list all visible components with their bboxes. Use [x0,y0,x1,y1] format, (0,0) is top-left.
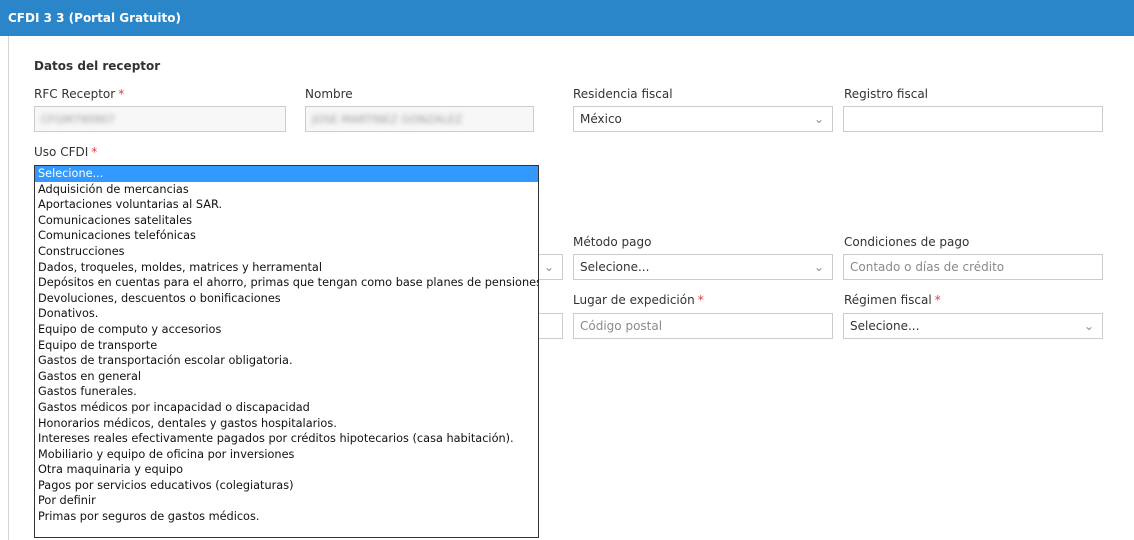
uso-cfdi-option[interactable]: Aportaciones voluntarias al SAR. [35,197,538,213]
uso-cfdi-option[interactable]: Equipo de computo y accesorios [35,322,538,338]
uso-cfdi-option[interactable]: Depósitos en cuentas para el ahorro, pri… [35,275,538,291]
nombre-label: Nombre [305,87,353,101]
required-mark: * [118,87,125,101]
uso-cfdi-option[interactable]: Intereses reales efectivamente pagados p… [35,431,538,447]
condiciones-pago-label: Condiciones de pago [844,235,970,249]
regimen-fiscal-select[interactable]: Selecione... ⌄ [843,313,1103,339]
required-mark: * [934,293,941,307]
lugar-expedicion-placeholder: Código postal [580,319,663,333]
uso-cfdi-option[interactable]: Gastos de transportación escolar obligat… [35,353,538,369]
metodo-pago-select[interactable]: Selecione... ⌄ [573,254,833,280]
uso-cfdi-option[interactable]: Dados, troqueles, moldes, matrices y her… [35,260,538,276]
uso-cfdi-option[interactable]: Comunicaciones telefónicas [35,228,538,244]
rfc-label: RFC Receptor * [34,87,125,101]
uso-cfdi-label: Uso CFDI * [34,145,98,159]
uso-cfdi-option[interactable]: Adquisición de mercancias [35,182,538,198]
nombre-value: JOSE MARTINEZ GONZALEZ [312,113,463,126]
uso-cfdi-option[interactable]: Construcciones [35,244,538,260]
uso-cfdi-option[interactable]: Mobiliario y equipo de oficina por inver… [35,447,538,463]
registro-label: Registro fiscal [844,87,929,101]
uso-cfdi-option[interactable]: Por definir [35,493,538,509]
chevron-down-icon: ⌄ [543,260,554,274]
condiciones-pago-input[interactable]: Contado o días de crédito [843,254,1103,280]
uso-cfdi-option[interactable]: Comunicaciones satelitales [35,213,538,229]
rfc-input[interactable]: CFGM790907 [34,106,286,132]
chevron-down-icon: ⌄ [813,112,824,126]
uso-cfdi-option[interactable]: Equipo de transporte [35,338,538,354]
residencia-value: México [580,112,622,126]
metodo-pago-value: Selecione... [580,260,650,274]
regimen-fiscal-value: Selecione... [850,319,920,333]
condiciones-pago-placeholder: Contado o días de crédito [850,260,1005,274]
section-title-receptor: Datos del receptor [34,59,161,73]
chevron-down-icon: ⌄ [1083,319,1094,333]
required-mark: * [697,293,704,307]
lugar-expedicion-label: Lugar de expedición * [573,293,704,307]
chevron-down-icon: ⌄ [813,260,824,274]
page-header: CFDI 3 3 (Portal Gratuito) [0,0,1134,36]
uso-cfdi-option[interactable]: Honorarios médicos, dentales y gastos ho… [35,416,538,432]
uso-cfdi-option[interactable]: Donativos. [35,306,538,322]
registro-input[interactable] [843,106,1103,132]
uso-cfdi-option[interactable]: Gastos médicos por incapacidad o discapa… [35,400,538,416]
uso-cfdi-option[interactable]: Gastos en general [35,369,538,385]
nombre-input[interactable]: JOSE MARTINEZ GONZALEZ [305,106,534,132]
lugar-expedicion-input[interactable]: Código postal [573,313,833,339]
regimen-fiscal-label: Régimen fiscal * [844,293,941,307]
uso-cfdi-option[interactable]: Gastos funerales. [35,384,538,400]
residencia-label: Residencia fiscal [573,87,673,101]
uso-cfdi-option[interactable]: Pagos por servicios educativos (colegiat… [35,478,538,494]
uso-cfdi-option[interactable]: Otra maquinaria y equipo [35,462,538,478]
metodo-pago-label: Método pago [573,235,652,249]
page-title: CFDI 3 3 (Portal Gratuito) [8,11,181,25]
rfc-value: CFGM790907 [41,113,116,126]
uso-cfdi-option[interactable]: Primas por seguros de gastos médicos. [35,509,538,525]
uso-cfdi-listbox[interactable]: Selecione... Adquisición de mercancias Apo… [34,165,539,538]
uso-cfdi-option[interactable]: Selecione... [35,166,538,182]
required-mark: * [91,145,98,159]
uso-cfdi-option[interactable]: Devoluciones, descuentos o bonificacione… [35,291,538,307]
residencia-select[interactable]: México ⌄ [573,106,833,132]
